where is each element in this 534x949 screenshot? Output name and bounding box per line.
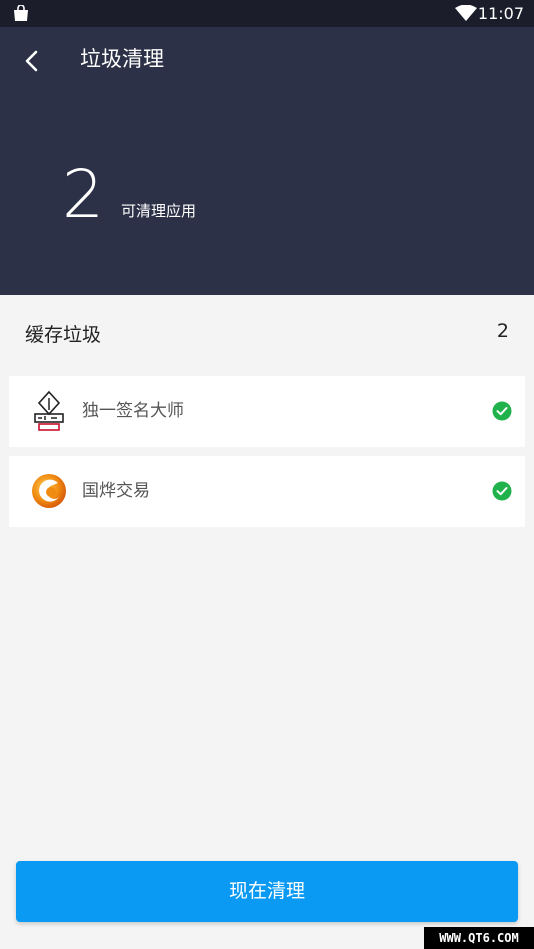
watermark: WWW.QT6.COM [424,927,534,949]
check-circle-icon[interactable] [492,401,512,421]
app-name: 独一签名大师 [82,401,184,421]
clock: 11:07 [477,4,524,23]
list-item-app-2[interactable]: 国烨交易 [9,456,525,527]
wifi-icon [455,5,477,21]
shopping-bag-icon [14,5,28,21]
list-item-app-1[interactable]: 独一签名大师 [9,376,525,447]
check-circle-icon[interactable] [492,481,512,501]
header: 垃圾清理 2 可清理应用 [0,27,534,295]
cleanable-count: 2 [62,156,104,233]
trading-app-icon [32,474,66,508]
app-name: 国烨交易 [82,481,150,501]
status-bar: 11:07 [0,0,534,27]
cache-section-title: 缓存垃圾 [25,324,102,346]
clean-now-button[interactable]: 现在清理 [16,861,518,922]
cache-section-header: 缓存垃圾 2 [0,295,534,373]
signature-app-icon [34,390,64,431]
cleanable-label: 可清理应用 [121,202,197,220]
cache-section-count: 2 [496,320,509,342]
back-arrow-icon[interactable] [18,47,46,75]
page-title: 垃圾清理 [80,47,164,71]
